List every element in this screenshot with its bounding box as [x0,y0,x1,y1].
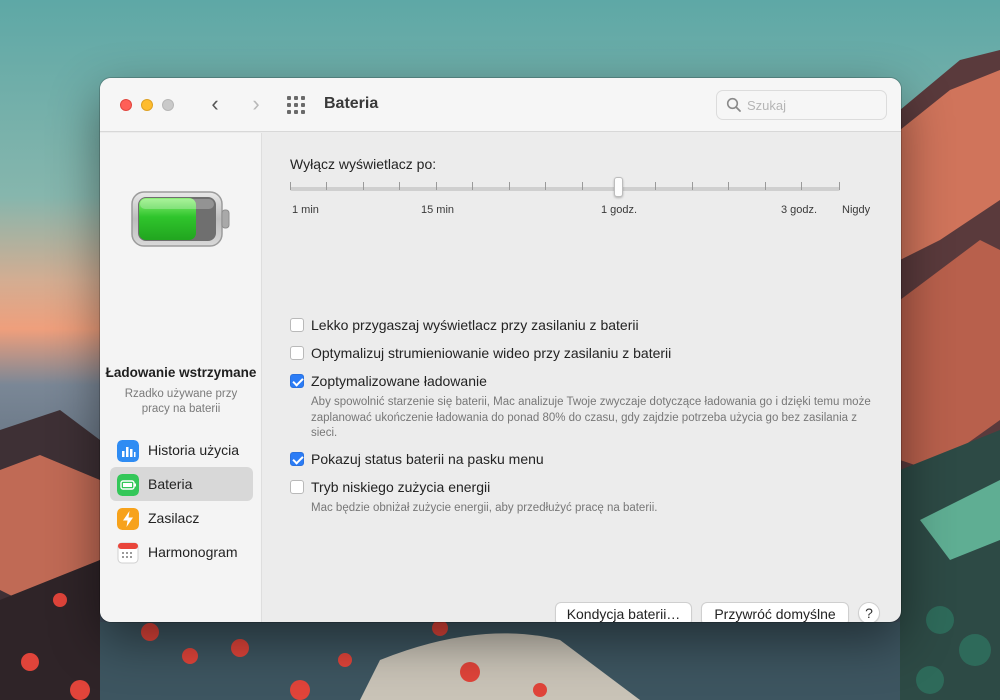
option-label: Lekko przygaszaj wyświetlacz przy zasila… [311,317,639,333]
tick-label-3h: 3 godz. [781,204,818,216]
slider-tick [472,182,473,190]
low-power-mode-checkbox[interactable] [290,480,304,494]
option-label: Pokazuj status baterii na pasku menu [311,451,544,467]
slider-tick [509,182,510,190]
zoom-window-button[interactable] [162,99,174,111]
dim-display-checkbox[interactable] [290,318,304,332]
charging-status-title: Ładowanie wstrzymane [105,365,257,380]
battery-icon [117,474,139,496]
battery-status-icon [131,191,230,247]
slider-tick [839,182,840,190]
slider-tick [765,182,766,190]
optimized-charging-checkbox[interactable] [290,374,304,388]
restore-defaults-button[interactable]: Przywróć domyślne [701,602,849,622]
show-menu-status-checkbox[interactable] [290,452,304,466]
sidebar-list: Historia użycia Bateria Zasilacz Harmono… [110,433,253,569]
slider-thumb[interactable] [614,177,623,197]
slider-tick [582,182,583,190]
slider-tick [326,182,327,190]
display-off-label: Wyłącz wyświetlacz po: [290,156,437,172]
charging-status-subtitle: Rzadko używane przy pracy na baterii [124,388,238,415]
battery-settings-pane: Wyłącz wyświetlacz po: 1 min 15 min 1 go… [262,133,901,622]
battery-health-button[interactable]: Kondycja baterii… [555,602,692,622]
optimize-video-checkbox[interactable] [290,346,304,360]
sidebar-item-power-adapter[interactable]: Zasilacz [110,501,253,535]
tick-label-1min: 1 min [292,204,319,216]
sidebar-item-label: Harmonogram [148,544,238,560]
sidebar-item-battery[interactable]: Bateria [110,467,253,501]
tick-label-15min: 15 min [421,204,455,216]
slider-tick [290,182,291,190]
sidebar-item-usage-history[interactable]: Historia użycia [110,433,253,467]
slider-tick [692,182,693,190]
preferences-window: ‹ › Bateria Szukaj Ładowanie wstrzymane … [100,78,901,622]
display-off-slider[interactable] [290,187,840,191]
tick-label-1h: 1 godz. [601,204,638,216]
sidebar-item-label: Bateria [148,476,193,492]
slider-tick [545,182,546,190]
sidebar-item-schedule[interactable]: Harmonogram [110,535,253,569]
search-icon [726,97,741,112]
window-title: Bateria [324,95,379,112]
option-label: Optymalizuj strumieniowanie wideo przy z… [311,345,672,361]
forward-chevron-icon[interactable]: › [245,93,267,117]
sidebar: Ładowanie wstrzymane Rzadko używane przy… [100,133,262,622]
back-chevron-icon[interactable]: ‹ [204,93,226,117]
show-all-grid-icon[interactable] [287,96,307,114]
slider-tick [655,182,656,190]
search-input[interactable] [747,96,877,114]
sidebar-item-label: Historia użycia [148,442,240,458]
slider-tick [399,182,400,190]
option-label: Zoptymalizowane ładowanie [311,373,487,389]
low-power-mode-description: Mac będzie obniżał zużycie energii, aby … [311,502,658,514]
optimized-charging-description: Aby spowolnić starzenie się baterii, Mac… [311,396,871,439]
slider-tick [801,182,802,190]
sidebar-item-label: Zasilacz [148,510,200,526]
bar-chart-icon [117,440,139,462]
option-label: Tryb niskiego zużycia energii [311,479,491,495]
title-bar: ‹ › Bateria [100,78,901,132]
search-field[interactable] [716,90,887,120]
slider-tick [363,182,364,190]
calendar-icon [117,542,139,564]
slider-tick [728,182,729,190]
slider-tick [436,182,437,190]
tick-label-never: Nigdy [842,204,871,216]
help-button[interactable]: ? [858,602,880,622]
lightning-icon [117,508,139,530]
minimize-window-button[interactable] [141,99,153,111]
close-window-button[interactable] [120,99,132,111]
